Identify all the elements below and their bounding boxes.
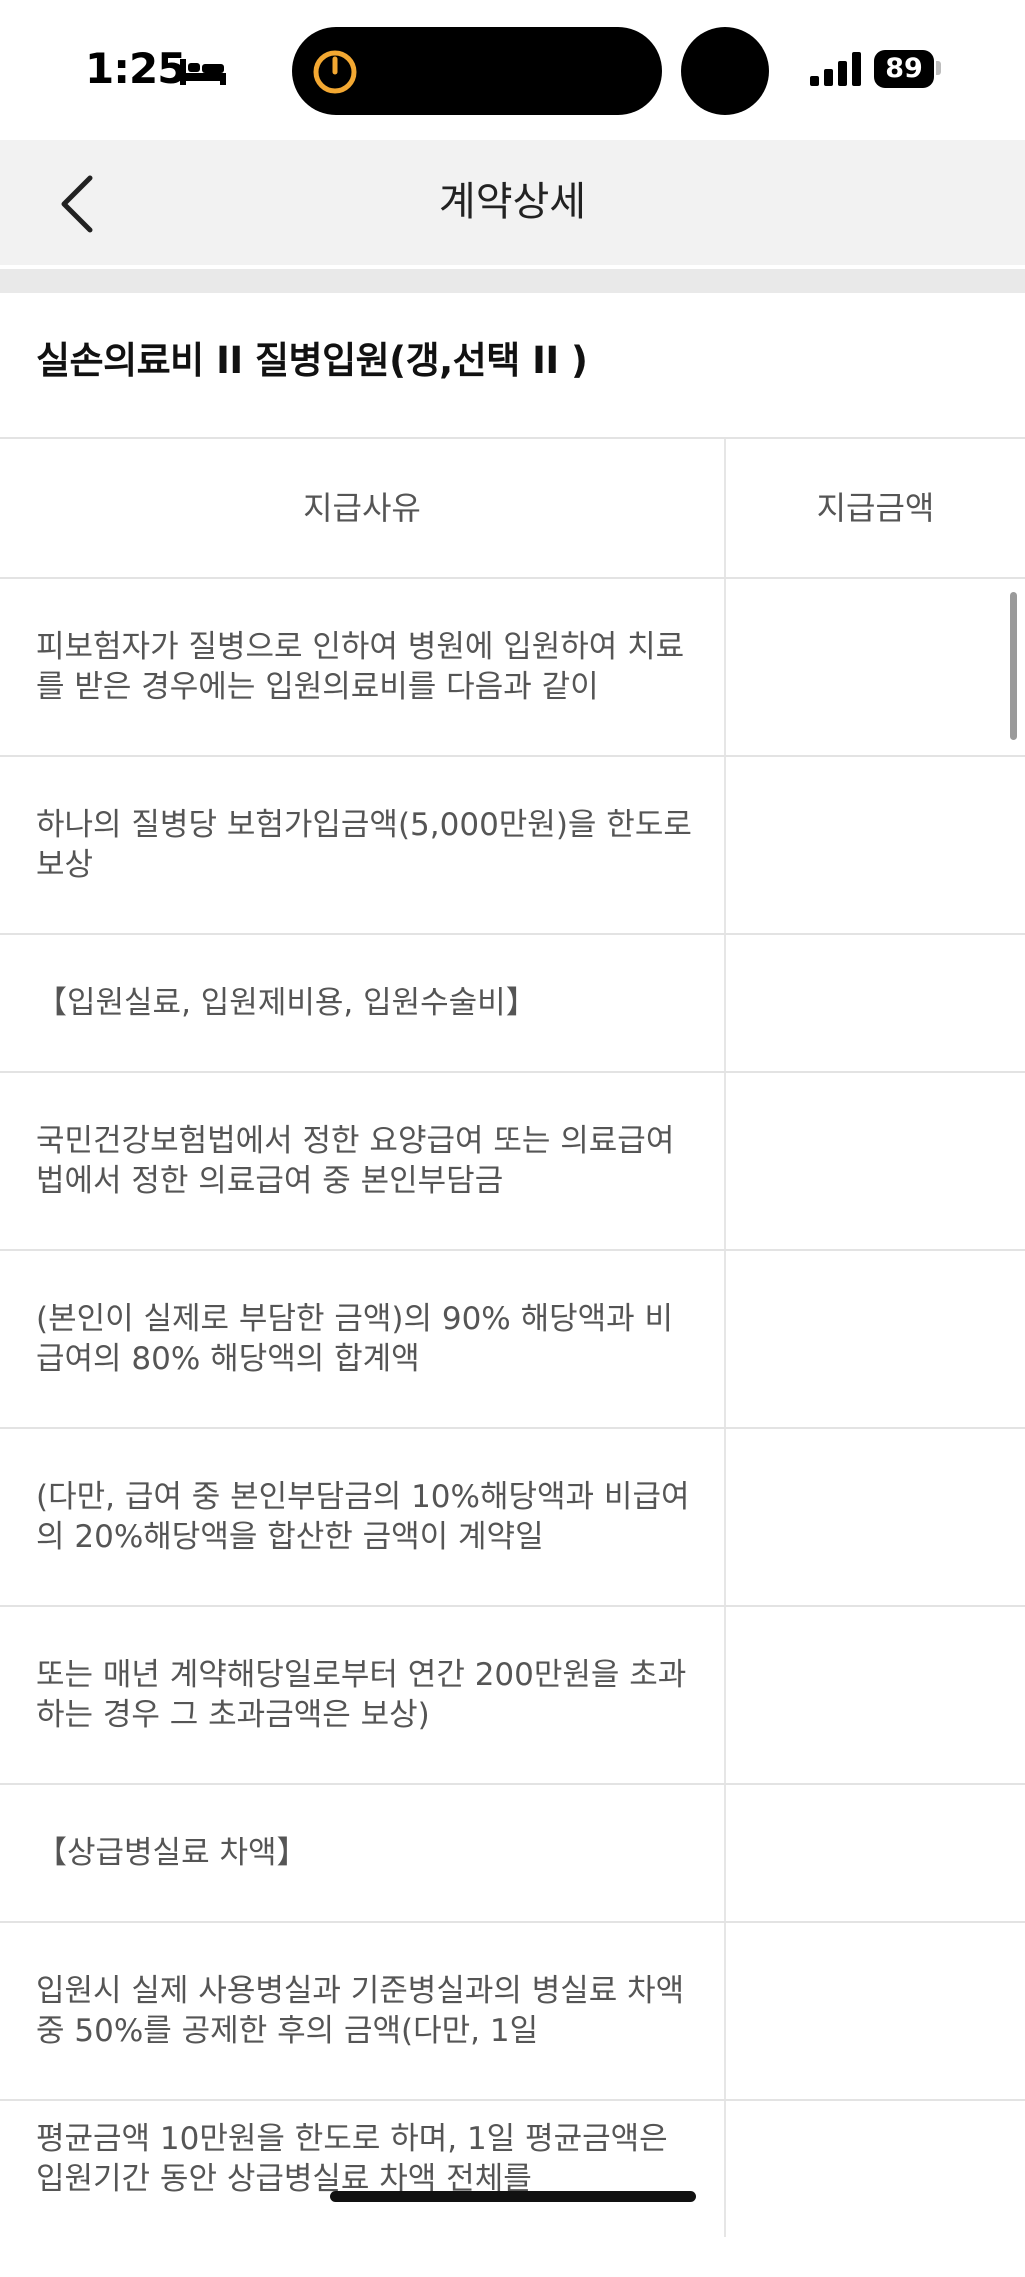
- row-reason: 【입원실료, 입원제비용, 입원수술비】: [36, 985, 537, 1021]
- section-title: 실손의료비 II 질병입원(갱,선택 II ): [36, 339, 588, 382]
- battery-icon: 89: [874, 50, 934, 88]
- bed-icon: [180, 59, 226, 85]
- home-indicator[interactable]: [330, 2191, 696, 2202]
- table-row: (본인이 실제로 부담한 금액)의 90% 해당액과 비급여의 80% 해당액의…: [0, 1249, 1025, 1427]
- back-button[interactable]: [40, 162, 120, 242]
- row-amount: [726, 579, 1025, 755]
- scrollbar-thumb[interactable]: [1010, 592, 1017, 740]
- table-row: 【상급병실료 차액】: [0, 1783, 1025, 1921]
- row-amount: [726, 1923, 1025, 2099]
- row-reason: 국민건강보험법에서 정한 요양급여 또는 의료급여법에서 정한 의료급여 중 본…: [36, 1123, 675, 1199]
- row-amount: [726, 1429, 1025, 1605]
- row-amount: [726, 935, 1025, 1071]
- row-reason: 또는 매년 계약해당일로부터 연간 200만원을 초과하는 경우 그 초과금액은…: [36, 1657, 687, 1733]
- dynamic-island: [292, 27, 662, 115]
- row-reason: (다만, 급여 중 본인부담금의 10%해당액과 비급여의 20%해당액을 합산…: [36, 1479, 690, 1555]
- table-row: 피보험자가 질병으로 인하여 병원에 입원하여 치료를 받은 경우에는 입원의료…: [0, 577, 1025, 755]
- row-amount: [726, 1607, 1025, 1783]
- page-title: 계약상세: [438, 179, 587, 225]
- status-time: 1:25: [85, 44, 186, 93]
- row-reason: 평균금액 10만원을 한도로 하며, 1일 평균금액은 입원기간 동안 상급병실…: [36, 2121, 668, 2197]
- table-row: 평균금액 10만원을 한도로 하며, 1일 평균금액은 입원기간 동안 상급병실…: [0, 2099, 1025, 2277]
- chevron-left-icon: [61, 175, 93, 233]
- row-amount: [726, 1785, 1025, 1921]
- table-row: 【입원실료, 입원제비용, 입원수술비】: [0, 933, 1025, 1071]
- table-row: 하나의 질병당 보험가입금액(5,000만원)을 한도로 보상: [0, 755, 1025, 933]
- table-header-row: 지급사유 지급금액: [0, 437, 1025, 577]
- table-row: 입원시 실제 사용병실과 기준병실과의 병실료 차액 중 50%를 공제한 후의…: [0, 1921, 1025, 2099]
- row-amount: [726, 2101, 1025, 2221]
- front-camera: [681, 27, 769, 115]
- status-bar: 1:25 89: [0, 0, 1025, 140]
- column-header-amount: 지급금액: [816, 489, 935, 527]
- column-header-reason: 지급사유: [303, 489, 421, 527]
- battery-level: 89: [885, 53, 923, 84]
- table-row: 또는 매년 계약해당일로부터 연간 200만원을 초과하는 경우 그 초과금액은…: [0, 1605, 1025, 1783]
- row-amount: [726, 757, 1025, 933]
- nav-bar: 계약상세: [0, 140, 1025, 265]
- signal-icon: [810, 52, 861, 86]
- row-amount: [726, 1073, 1025, 1249]
- battery-nub: [936, 61, 941, 75]
- header-divider: [0, 265, 1025, 293]
- row-reason: 피보험자가 질병으로 인하여 병원에 입원하여 치료를 받은 경우에는 입원의료…: [36, 629, 685, 705]
- timer-icon: [313, 50, 357, 94]
- row-amount: [726, 1251, 1025, 1427]
- row-reason: (본인이 실제로 부담한 금액)의 90% 해당액과 비급여의 80% 해당액의…: [36, 1301, 674, 1377]
- table-row: (다만, 급여 중 본인부담금의 10%해당액과 비급여의 20%해당액을 합산…: [0, 1427, 1025, 1605]
- row-reason: 입원시 실제 사용병실과 기준병실과의 병실료 차액 중 50%를 공제한 후의…: [36, 1973, 685, 2049]
- row-reason: 하나의 질병당 보험가입금액(5,000만원)을 한도로 보상: [36, 807, 692, 883]
- table-row: 국민건강보험법에서 정한 요양급여 또는 의료급여법에서 정한 의료급여 중 본…: [0, 1071, 1025, 1249]
- row-reason: 【상급병실료 차액】: [36, 1835, 308, 1871]
